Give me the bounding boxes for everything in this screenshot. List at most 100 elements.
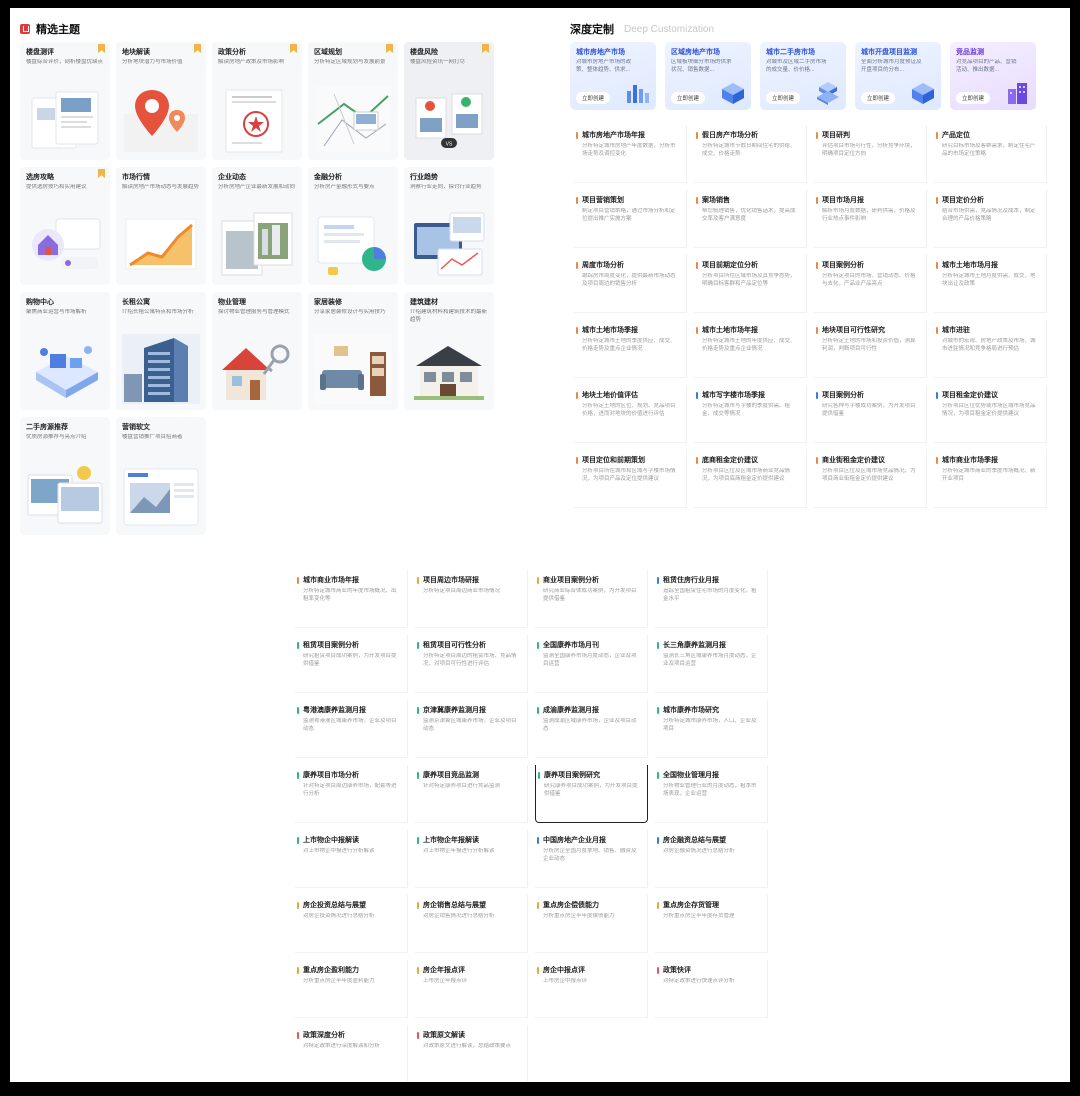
create-now-button[interactable]: 立即创建 [671,92,706,104]
report-card[interactable]: 上市物企中报解读 对上市物企中报进行分析解读 [295,830,408,888]
featured-header: 精选主题 [20,20,510,38]
report-card[interactable]: 上市物企年报解读 对上市物企年报进行分析解读 [415,830,528,888]
theme-card[interactable]: 营销软文 楼盘营销推广项目招商者 [116,417,206,535]
report-card-desc: 对房企销售情况进行总结分析 [423,913,495,919]
report-card-title: 政策原文解读 [423,1032,465,1039]
theme-card[interactable]: 区域规划 分析特定区域规划与发展前景 [308,42,398,160]
create-now-button[interactable]: 立即创建 [576,92,611,104]
custom-card[interactable]: 城市房地产市场 对城市房地产市场的政策、整体趋势、供求... 立即创建 [570,42,656,110]
report-card[interactable]: 城市土地市场季报 分析特定城市土地的季度供应、成交、价格走势及重点企业情况 [574,320,687,378]
theme-card[interactable]: 楼盘测评 楼盘综合评价，剖析楼盘优缺点 [20,42,110,160]
report-card-desc: 分析项目区位及区域市场商业竞品情况，为项目底商租金定价提供建议 [702,468,791,482]
report-card[interactable]: 产品定位 研究目标市场及客群需求，制定住宅产品的市场定位策略 [934,125,1047,183]
report-card[interactable]: 房企中报点评 上市房企中报点评 [535,960,648,1018]
theme-card[interactable]: 二手房源推荐 优质房源推荐与亮点介绍 [20,417,110,535]
report-card[interactable]: 项目定位和前期策划 分析项目所在城市和区域写字楼市场情况，为项目产品及定位提供建议 [574,450,687,508]
report-card[interactable]: 城市商业市场年报 分析特定城市商业的年度市场概况、出租率变化等 [295,570,408,628]
report-card[interactable]: 重点房企存货管理 分析重点房企半年度存货管理 [655,895,768,953]
theme-card[interactable]: 长租公寓 介绍长租公寓特点和市场分析 [116,292,206,410]
report-card[interactable]: 城市土地市场月报 分析特定城市土地月度供需、成交，地块出让及政策 [934,255,1047,313]
report-card[interactable]: 租赁项目可行性分析 分析特定项目周边的租赁市场、竞品情况，对项目可行性进行评估 [415,635,528,693]
custom-card[interactable]: 城市开盘项目监测 全面分析城市月度预证及开盘项目的分布... 立即创建 [855,42,941,110]
custom-card[interactable]: 区域房地产市场 区域板块细分市场的供求状况、销售数据... 立即创建 [665,42,751,110]
report-card-title: 项目定价分析 [942,197,984,204]
theme-card[interactable]: 楼盘风险 楼盘风险资讯一网打尽 VS [404,42,494,160]
report-card[interactable]: 假日房产市场分析 分析特定城市节假日期间住宅的供给、成交、价格走势 [694,125,807,183]
custom-card[interactable]: 竞品监测 对竞品项目的产品、营销活动、推出数据... 立即创建 [950,42,1036,110]
report-card[interactable]: 重点房企偿债能力 分析重点房企半年度偿债能力 [535,895,648,953]
report-card[interactable]: 城市商业市场季报 分析特定城市商业的季度市场概况、新开业项目 [934,450,1047,508]
report-card-title: 房企融资总结与展望 [663,837,726,844]
report-card[interactable]: 项目营销策划 制定项目营销策略，通过市场分析和定位提出推广实施方案 [574,190,687,248]
report-card[interactable]: 全国康养市场月刊 监测全国康养市场月度动态，企业及项目运营 [535,635,648,693]
report-card[interactable]: 房企年报点评 上市房企年报点评 [415,960,528,1018]
featured-themes-section: 精选主题 楼盘测评 楼盘综合评价，剖析楼盘优缺点 地块解读 分析地块潜力与市场价值 政策… [20,20,510,535]
report-card[interactable]: 项目研判 评估项目市场可行性，分析竞争环境，明确项目定位方向 [814,125,927,183]
custom-card[interactable]: 城市二手房市场 对城市及区域二手房市场的成交量、价价格... 立即创建 [760,42,846,110]
report-card-title: 租赁项目案例分析 [303,642,359,649]
report-card[interactable]: 粤港澳康养监测月报 监测粤港澳区域康养市场，企业及项目动态 [295,700,408,758]
report-card[interactable]: 项目周边市场研报 分析特定项目周边商业市场情况 [415,570,528,628]
report-card[interactable]: 房企销售总结与展望 对房企销售情况进行总结分析 [415,895,528,953]
report-card[interactable]: 商业项目案例分析 研究商业综合体成功案例，为开发项目提供借鉴 [535,570,648,628]
report-card[interactable]: 京津冀康养监测月报 监测京津冀区域康养市场，企业及项目动态 [415,700,528,758]
report-card-desc: 对上市物企中报进行分析解读 [303,848,375,854]
theme-card[interactable]: 市场行情解读房地产市场动态与发展趋势 [116,167,206,285]
report-card[interactable]: 房企投资总结与展望 对房企投资情况进行总结分析 [295,895,408,953]
create-now-button[interactable]: 立即创建 [766,92,801,104]
theme-card[interactable]: 选房攻略 提供选房技巧和实用建议 [20,167,110,285]
report-card[interactable]: 长三角康养监测月报 监测长三角区域康养市场月度动态，企业及项目运营 [655,635,768,693]
theme-card[interactable]: 购物中心 聚焦商业运营与市场解析 [20,292,110,410]
report-card[interactable]: 项目租金定价建议 分析项目区位优势或市场区域市场竞品情况，为项目租金定价提供建议 [934,385,1047,443]
theme-card-desc: 解读房地产市场动态与发展趋势 [122,184,200,190]
report-card[interactable]: 底商租金定价建议 分析项目区位及区域市场商业竞品情况，为项目底商租金定价提供建议 [694,450,807,508]
report-card[interactable]: 城市进驻 对城市的宏观、房地产政策及市场、城市进驻情况和竞争格局进行预估 [934,320,1047,378]
report-card[interactable]: 项目案例分析 分析特定项目的市场、营销动态、价格与去化，产品业产品亮点 [814,255,927,313]
report-card[interactable]: 项目案例分析 研究各种写字楼成功案例，为开发项目提供借鉴 [814,385,927,443]
report-card[interactable]: 城市房地产市场年报 分析特定城市房地产年度数据，分析市场走势及调控变化 [574,125,687,183]
theme-card[interactable]: 地块解读 分析地块潜力与市场价值 [116,42,206,160]
theme-card[interactable]: 行业趋势 洞察行业走向，探讨行业趋势 [404,167,494,285]
theme-card[interactable]: 金融分析 分析房产金融形式与要点 [308,167,398,285]
apartment-tower-image [122,334,200,404]
report-card[interactable]: 康养项目案例研究 研究康养项目成功案例，为开发项目提供借鉴 [535,765,648,823]
report-card-desc: 对特定政策进行快速点评分析 [663,978,735,984]
report-card-title: 粤港澳康养监测月报 [303,707,366,714]
theme-card-title: 市场行情 [122,174,150,181]
report-card[interactable]: 地块项目可行性研究 分析特定土地的市场和投资价值，测算利润，判断项目可行性 [814,320,927,378]
theme-card[interactable]: 家居装修 分享家居装修设计与实用技巧 [308,292,398,410]
report-card[interactable]: 政策深度分析 对特定政策进行深度解读和分析 [295,1025,408,1082]
report-card[interactable]: 租赁住房行业月报 追踪全国租赁住宅市场的月度变化，租金水平 [655,570,768,628]
report-card[interactable]: 周度市场分析 跟踪房市周度变化，提供最新市场动态及项目周边的销售分析 [574,255,687,313]
report-card[interactable]: 地块土地价值评估 分析特定土地的区位、规划、竞品项目价格，进而对地块的价值进行评估 [574,385,687,443]
theme-card[interactable]: 物业管理 探讨物业管理服务与管理模式 [212,292,302,410]
theme-card[interactable]: 企业动态 分析房地产企业最新发展和动向 [212,167,302,285]
report-card[interactable]: 项目定价分析 结合市场供需，竞品情况及成本，制定合理的产品价格策略 [934,190,1047,248]
report-card[interactable]: 政策快评 对特定政策进行快速点评分析 [655,960,768,1018]
report-card[interactable]: 政策原文解读 对政策原文进行解读，总结政策要点 [415,1025,528,1082]
report-card[interactable]: 房企融资总结与展望 对房企融资情况进行总结分析 [655,830,768,888]
create-now-button[interactable]: 立即创建 [956,92,991,104]
report-card[interactable]: 全国物业管理月报 分析物业管理行业的月度动态，租本市场表现，企业运营 [655,765,768,823]
section-title: 深度定制 [570,24,614,36]
report-card[interactable]: 案场销售 帮您梳理销售，优化销售话术，提高成交率及客户满意度 [694,190,807,248]
report-card[interactable]: 城市写字楼市场季报 分析特定城市写字楼的季度供需、租金、成交等情况 [694,385,807,443]
living-room-image [314,334,392,404]
report-card[interactable]: 康养项目竞品监测 针对特定康养项目进行竞品监测 [415,765,528,823]
report-card-title: 假日房产市场分析 [702,132,758,139]
report-card[interactable]: 中国房地产企业月报 分析房企全国月度拿地、销售、融资及企业动态 [535,830,648,888]
theme-card[interactable]: 政策分析 解读房地产政策及市场影响 [212,42,302,160]
report-card[interactable]: 项目前期定位分析 分析项目所在区域市场及其竞争态势，明确目标客群和产品定位等 [694,255,807,313]
theme-card[interactable]: 建筑建材 介绍建筑材料和建筑技术的最新趋势 [404,292,494,410]
report-card[interactable]: 城市土地市场年报 分析特定城市土地的年度供应、成交、价格走势及重点企业情况 [694,320,807,378]
report-card-desc: 分析特定城市土地月度供需、成交，地块出让及政策 [942,273,1036,287]
report-card[interactable]: 租赁项目案例分析 研究租赁项目成功案例，为开发项目提供借鉴 [295,635,408,693]
report-card[interactable]: 康养项目市场分析 针对特定项目周边康养市场，配套等进行分析 [295,765,408,823]
report-card-title: 项目营销策划 [582,197,624,204]
create-now-button[interactable]: 立即创建 [861,92,896,104]
report-card[interactable]: 项目市场月报 解析市场月度数据，研判供需，价格及行业热点事件影响 [814,190,927,248]
report-card[interactable]: 成渝康养监测月报 监测成渝区域康养市场，企业及项目动态 [535,700,648,758]
report-card[interactable]: 商业街租金定价建议 分析项目区位及区域市场竞品情况，为项目商业街租金定价提供建议 [814,450,927,508]
report-card[interactable]: 重点房企盈利能力 分析重点房企半年度盈利能力 [295,960,408,1018]
report-card[interactable]: 城市康养市场研究 分析特定城市康养市场，人口、企业及项目 [655,700,768,758]
